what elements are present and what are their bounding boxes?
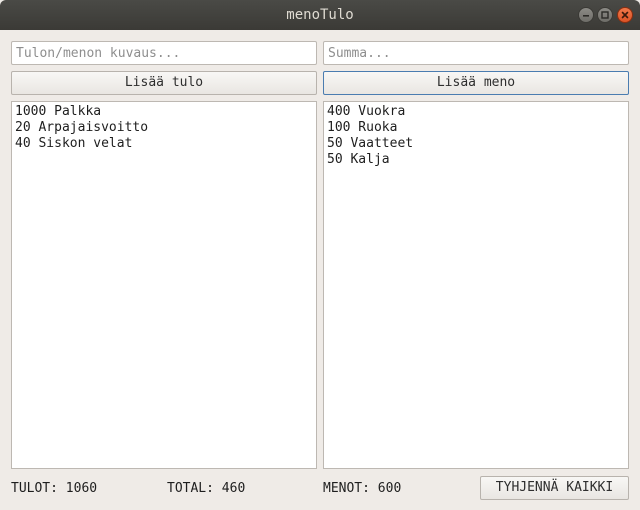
expense-total-label: MENOT: 600: [323, 481, 402, 496]
add-income-button[interactable]: Lisää tulo: [11, 71, 317, 95]
title-bar[interactable]: menoTulo: [0, 0, 640, 30]
maximize-button[interactable]: [597, 7, 613, 23]
income-total-label: TULOT: 1060: [11, 481, 98, 496]
close-icon: [621, 11, 629, 19]
window-title: menoTulo: [286, 7, 354, 23]
list-item[interactable]: 50 Kalja: [327, 152, 625, 168]
list-item[interactable]: 1000 Palkka: [15, 104, 313, 120]
close-button[interactable]: [617, 7, 633, 23]
list-item[interactable]: 400 Vuokra: [327, 104, 625, 120]
income-list[interactable]: 1000 Palkka 20 Arpajaisvoitto 40 Siskon …: [11, 101, 317, 469]
list-item[interactable]: 40 Siskon velat: [15, 136, 313, 152]
list-item[interactable]: 100 Ruoka: [327, 120, 625, 136]
minimize-button[interactable]: [578, 7, 594, 23]
add-expense-button[interactable]: Lisää meno: [323, 71, 629, 95]
grand-total-label: TOTAL: 460: [167, 481, 246, 496]
minimize-icon: [583, 15, 589, 17]
description-input[interactable]: [11, 41, 317, 65]
amount-input[interactable]: [323, 41, 629, 65]
expense-list[interactable]: 400 Vuokra 100 Ruoka 50 Vaatteet 50 Kalj…: [323, 101, 629, 469]
list-item[interactable]: 20 Arpajaisvoitto: [15, 120, 313, 136]
list-item[interactable]: 50 Vaatteet: [327, 136, 625, 152]
app-window: menoTulo Lisää tulo Lisää meno 1000 Palk…: [0, 0, 640, 510]
maximize-icon: [601, 11, 609, 19]
clear-all-button[interactable]: TYHJENNÄ KAIKKI: [480, 476, 629, 500]
